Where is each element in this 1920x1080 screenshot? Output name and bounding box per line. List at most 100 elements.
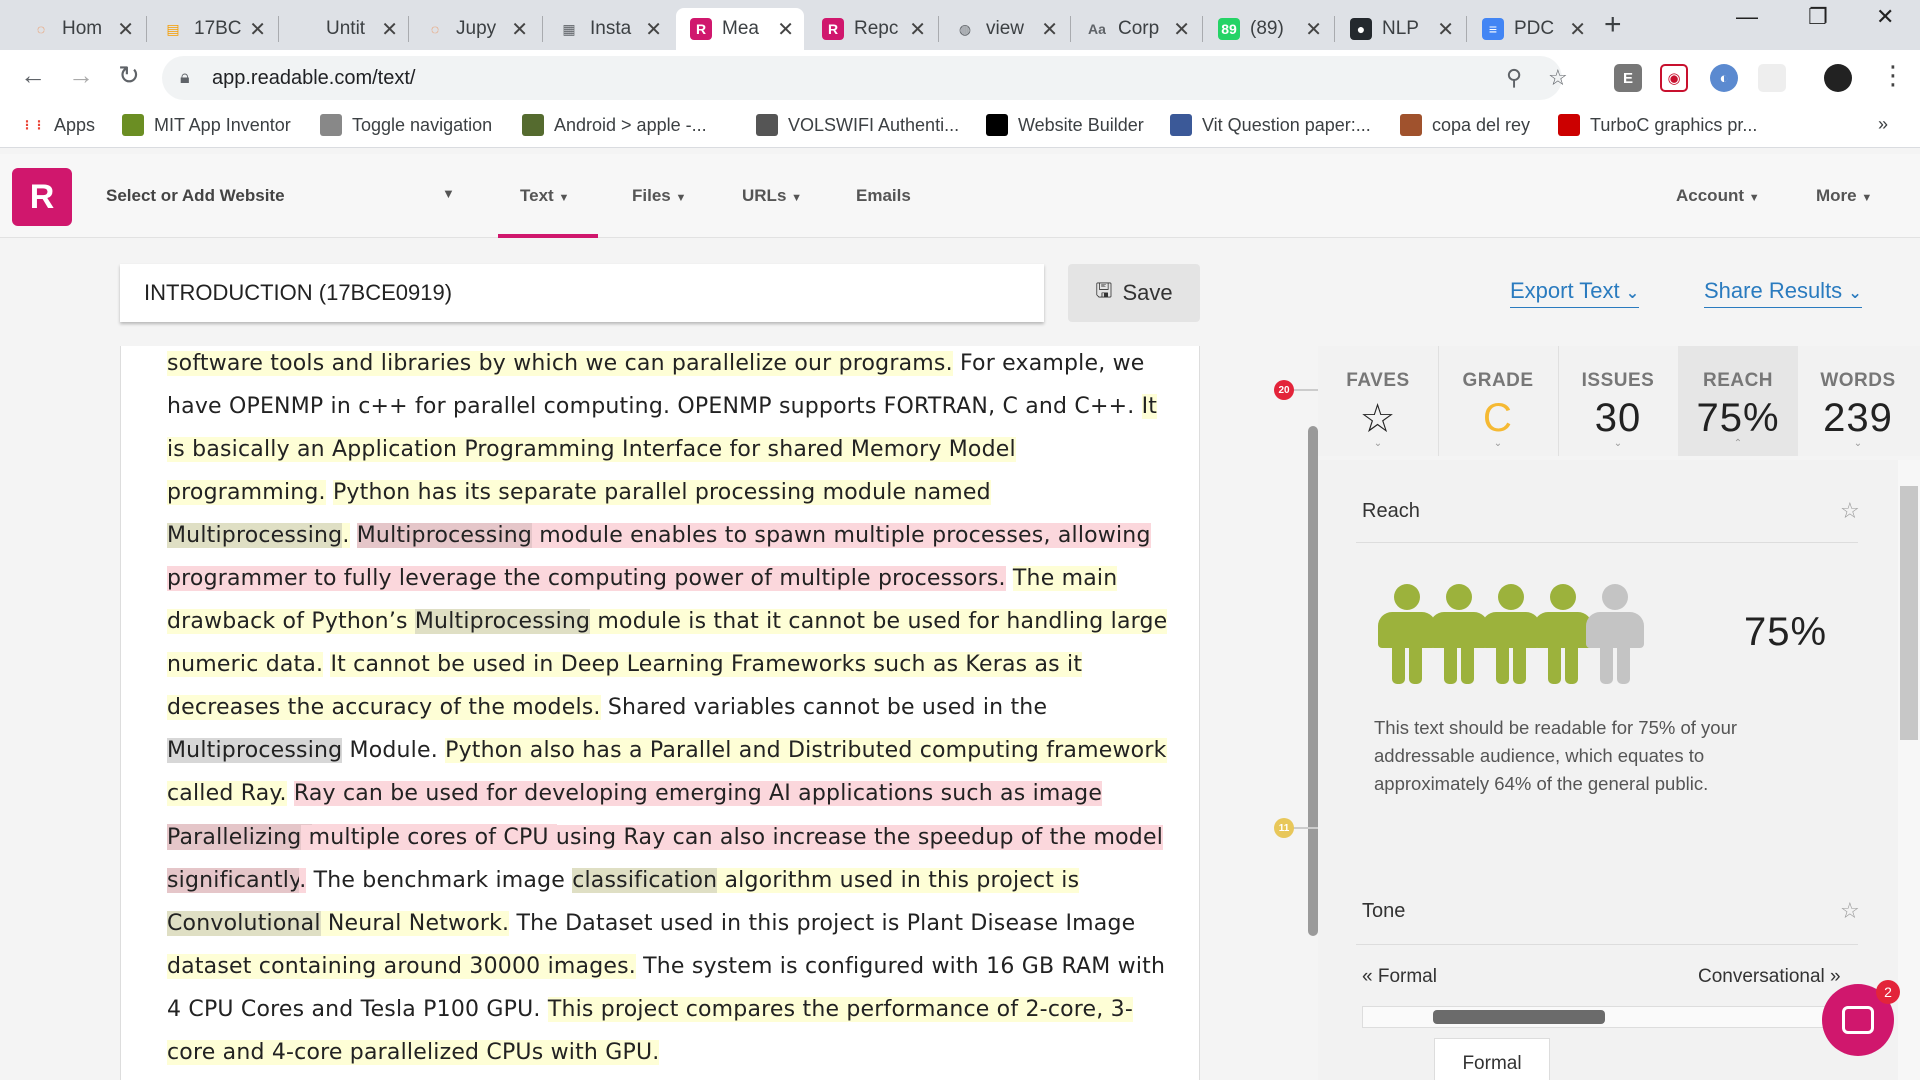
highlighted-text: classification bbox=[572, 868, 718, 893]
tab-favicon-icon: R bbox=[690, 18, 712, 40]
tab-close-icon[interactable]: ✕ bbox=[909, 17, 926, 42]
tab-close-icon[interactable]: ✕ bbox=[1569, 17, 1586, 42]
stat-reach[interactable]: REACH 75% ⌃ bbox=[1678, 346, 1798, 456]
more-menu[interactable]: More ▼ bbox=[1816, 186, 1872, 206]
reload-icon[interactable]: ↻ bbox=[118, 60, 140, 91]
editor-scrollbar[interactable] bbox=[1308, 426, 1318, 936]
issue-marker-red[interactable]: 20 bbox=[1274, 380, 1294, 400]
person-filled-icon bbox=[1378, 584, 1436, 684]
tone-heading: Tone bbox=[1362, 900, 1406, 922]
tab-close-icon[interactable]: ✕ bbox=[1305, 17, 1322, 42]
new-tab-button[interactable]: + bbox=[1604, 8, 1622, 42]
browser-tab[interactable]: ◍ view ✕ bbox=[940, 8, 1068, 50]
more-bookmarks-icon[interactable]: » bbox=[1878, 114, 1888, 135]
zoom-icon[interactable]: ⚲ bbox=[1506, 65, 1522, 91]
bookmark-item[interactable]: TurboC graphics pr... bbox=[1558, 114, 1757, 136]
tab-close-icon[interactable]: ✕ bbox=[645, 17, 662, 42]
star-icon: ☆ bbox=[1359, 397, 1397, 441]
tab-close-icon[interactable]: ✕ bbox=[511, 17, 528, 42]
extension-e-icon[interactable]: E bbox=[1614, 64, 1642, 92]
stat-issues[interactable]: ISSUES 30 ⌄ bbox=[1558, 346, 1678, 456]
browser-tab[interactable]: 89 (89) ✕ bbox=[1204, 8, 1332, 50]
bookmark-item[interactable]: Android > apple -... bbox=[522, 114, 707, 136]
bookmark-label: Vit Question paper:... bbox=[1202, 114, 1371, 135]
person-empty-icon bbox=[1586, 584, 1644, 684]
tone-slider bbox=[1362, 1006, 1872, 1028]
bookmark-item[interactable]: VOLSWIFI Authenti... bbox=[756, 114, 959, 136]
tab-close-icon[interactable]: ✕ bbox=[1173, 17, 1190, 42]
tab-separator bbox=[1202, 16, 1203, 42]
site-select[interactable]: Select or Add Website bbox=[106, 186, 285, 206]
browser-tab[interactable]: ◌ Hom ✕ bbox=[16, 8, 144, 50]
bookmark-label: MIT App Inventor bbox=[154, 114, 291, 135]
share-results-button[interactable]: Share Results ⌄ bbox=[1704, 278, 1862, 308]
stat-words[interactable]: WORDS 239 ⌄ bbox=[1798, 346, 1918, 456]
score-stats: FAVES ☆ ⌄ GRADE C ⌄ ISSUES 30 ⌄ REACH 75… bbox=[1318, 346, 1920, 456]
nav-emails[interactable]: Emails bbox=[856, 186, 911, 206]
nav-urls[interactable]: URLs ▼ bbox=[742, 186, 802, 206]
bookmark-star-icon[interactable]: ☆ bbox=[1548, 65, 1568, 91]
extension-circle-icon[interactable]: ◐ bbox=[1710, 64, 1738, 92]
minimize-button[interactable]: — bbox=[1736, 4, 1758, 30]
tab-title: Corp bbox=[1118, 18, 1160, 39]
highlighted-text: Neural Network. bbox=[320, 911, 510, 936]
account-menu[interactable]: Account ▼ bbox=[1676, 186, 1760, 206]
tab-close-icon[interactable]: ✕ bbox=[1437, 17, 1454, 42]
browser-tab[interactable]: ◌ Jupy ✕ bbox=[410, 8, 538, 50]
site-select-chevron-icon[interactable]: ▼ bbox=[442, 186, 455, 201]
stat-faves[interactable]: FAVES ☆ ⌄ bbox=[1318, 346, 1438, 456]
editor-paragraph[interactable]: Parallelizing multiple cores of CPU usin… bbox=[167, 816, 1177, 1074]
save-button[interactable]: 🖫 Save bbox=[1068, 264, 1200, 322]
back-icon[interactable]: ← bbox=[20, 60, 46, 91]
nav-text[interactable]: Text ▼ bbox=[520, 186, 569, 206]
highlighted-text: dataset containing around 30000 images. bbox=[167, 954, 636, 979]
tab-favicon-icon: ▤ bbox=[166, 20, 180, 37]
bookmark-item[interactable]: MIT App Inventor bbox=[122, 114, 291, 136]
browser-tab[interactable]: ▦ Insta ✕ bbox=[544, 8, 672, 50]
browser-tab[interactable]: R Repc ✕ bbox=[808, 8, 936, 50]
browser-tab[interactable]: R Mea ✕ bbox=[676, 8, 804, 50]
highlighted-text: significantly bbox=[167, 868, 300, 893]
tab-favicon-icon: ◍ bbox=[958, 20, 972, 37]
browser-tab[interactable]: ● NLP ✕ bbox=[1336, 8, 1464, 50]
profile-avatar[interactable] bbox=[1824, 64, 1852, 92]
reach-description: This text should be readable for 75% of … bbox=[1374, 717, 1738, 794]
panel-scrollbar-thumb[interactable] bbox=[1900, 486, 1918, 740]
stat-grade[interactable]: GRADE C ⌄ bbox=[1438, 346, 1558, 456]
nav-files[interactable]: Files ▼ bbox=[632, 186, 686, 206]
url-text[interactable]: app.readable.com/text/ bbox=[212, 67, 415, 90]
bookmark-item[interactable]: Toggle navigation bbox=[320, 114, 492, 136]
bookmark-item[interactable]: copa del rey bbox=[1400, 114, 1530, 136]
restore-button[interactable]: ❐ bbox=[1808, 4, 1828, 30]
text-editor[interactable]: software tools and libraries by which we… bbox=[120, 346, 1200, 1080]
tab-close-icon[interactable]: ✕ bbox=[381, 17, 398, 42]
address-bar[interactable]: 🔒︎ app.readable.com/text/ ⚲ ☆ bbox=[162, 56, 1568, 100]
bookmark-item[interactable]: Website Builder bbox=[986, 114, 1144, 136]
forward-icon[interactable]: → bbox=[68, 60, 94, 91]
extension-shield-icon[interactable]: ◉ bbox=[1660, 64, 1688, 92]
browser-tab[interactable]: Untit ✕ bbox=[280, 8, 408, 50]
browser-tab[interactable]: Aa Corp ✕ bbox=[1072, 8, 1200, 50]
export-text-button[interactable]: Export Text ⌄ bbox=[1510, 278, 1640, 308]
issue-marker-yellow[interactable]: 11 bbox=[1274, 818, 1294, 838]
browser-tab[interactable]: ≡ PDC ✕ bbox=[1468, 8, 1596, 50]
tab-close-icon[interactable]: ✕ bbox=[1041, 17, 1058, 42]
bookmarks-bar: » ⋮⋮ Apps MIT App Inventor Toggle navigatio… bbox=[0, 106, 1920, 148]
bookmark-label: copa del rey bbox=[1432, 114, 1531, 135]
close-window-button[interactable]: ✕ bbox=[1876, 4, 1894, 30]
highlighted-text: Multiprocessing bbox=[167, 738, 343, 763]
tab-close-icon[interactable]: ✕ bbox=[777, 17, 794, 42]
tab-close-icon[interactable]: ✕ bbox=[117, 17, 134, 42]
favorite-star-icon[interactable]: ☆ bbox=[1840, 898, 1860, 924]
tab-close-icon[interactable]: ✕ bbox=[249, 17, 266, 42]
bookmark-item[interactable]: ⋮⋮ Apps bbox=[21, 114, 95, 136]
kebab-menu-icon[interactable]: ⋮ bbox=[1880, 60, 1906, 91]
editor-paragraph[interactable]: software tools and libraries by which we… bbox=[167, 346, 1177, 858]
document-title-input[interactable]: INTRODUCTION (17BCE0919) bbox=[120, 264, 1044, 322]
extension-blank-icon[interactable] bbox=[1758, 64, 1786, 92]
readable-logo[interactable]: R bbox=[12, 168, 72, 226]
favorite-star-icon[interactable]: ☆ bbox=[1840, 498, 1860, 524]
browser-tab[interactable]: ▤ 17BC ✕ bbox=[148, 8, 276, 50]
text-run bbox=[287, 781, 294, 806]
bookmark-item[interactable]: Vit Question paper:... bbox=[1170, 114, 1371, 136]
